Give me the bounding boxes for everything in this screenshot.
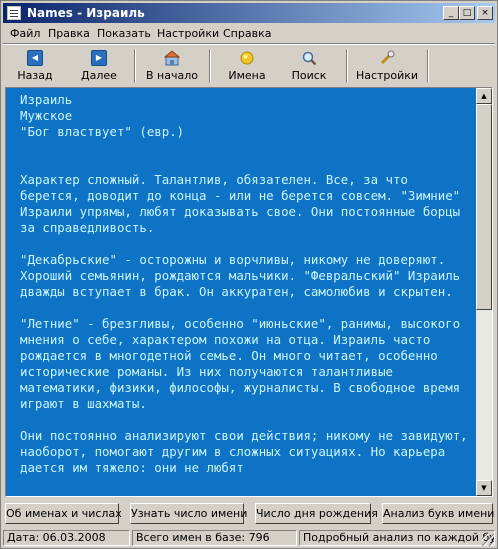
description-area[interactable]: Израиль Мужское "Бог властвует" (евр.) Х… [5,87,493,497]
vertical-scrollbar[interactable]: ▲ ▼ [476,88,492,496]
home-label: В начало [146,69,198,82]
window-title: Names - Израиль [27,6,145,20]
paragraph: Они постоянно анализируют свои действия;… [20,428,476,475]
about-names-button[interactable]: Об именах и числах [5,503,122,524]
toolbar: ◀ Назад ▶ Далее В начало Имена Поиск Нас… [3,45,495,85]
toolbar-separator [346,49,348,83]
names-label: Имена [228,69,266,82]
forward-label: Далее [81,69,117,82]
back-button[interactable]: ◀ Назад [9,47,61,85]
paragraph: "Летние" - брезгливы, особенно "июньские… [20,316,468,411]
settings-label: Настройки [355,69,419,82]
app-window: Names - Израиль _ □ × Файл Правка Показа… [0,0,498,549]
toolbar-separator [134,49,136,83]
home-icon [163,50,181,66]
search-button[interactable]: Поиск [283,47,335,85]
paragraph: "Декабрьские" - осторожны и ворчливы, ни… [20,252,468,299]
forward-button[interactable]: ▶ Далее [73,47,125,85]
app-icon [7,6,21,20]
menu-bar: Файл Правка Показать Настройки Справка [3,24,495,43]
birthday-number-button[interactable]: Число дня рождения [255,503,378,524]
names-icon [239,50,255,66]
search-icon [301,50,317,66]
menu-settings[interactable]: Настройки [157,27,219,40]
home-button[interactable]: В начало [141,47,203,85]
status-bar: Дата: 06.03.2008 Всего имен в базе: 796 … [3,528,495,547]
menu-edit[interactable]: Правка [48,27,90,40]
forward-arrow-icon: ▶ [91,50,107,66]
status-date: Дата: 06.03.2008 [3,530,130,546]
search-label: Поиск [291,69,327,82]
menu-help[interactable]: Справка [223,27,271,40]
scroll-down-button[interactable]: ▼ [476,480,492,496]
title-bar[interactable]: Names - Израиль _ □ × [3,3,495,23]
close-button[interactable]: × [477,6,493,20]
menu-file[interactable]: Файл [10,27,40,40]
maximize-button[interactable]: □ [459,6,475,20]
status-analysis: Подробный анализ по каждой букв [299,530,495,546]
toolbar-separator [209,49,211,83]
name-number-button[interactable]: Узнать число имени [130,503,247,524]
name-heading: Израиль [20,92,73,107]
names-button[interactable]: Имена [217,47,277,85]
scroll-thumb[interactable] [476,104,492,310]
settings-button[interactable]: Настройки [353,47,421,85]
letter-analysis-button[interactable]: Анализ букв имени [382,503,494,524]
paragraph: Характер сложный. Талантлив, обязателен.… [20,172,468,235]
action-buttons: Об именах и числах Узнать число имени Чи… [3,500,495,526]
scroll-up-button[interactable]: ▲ [476,88,492,104]
description-text[interactable]: Израиль Мужское "Бог властвует" (евр.) Х… [20,92,475,476]
resize-grip[interactable] [482,534,494,546]
status-total: Всего имен в базе: 796 [132,530,297,546]
settings-icon [379,50,395,66]
minimize-button[interactable]: _ [443,6,459,20]
toolbar-separator [427,49,429,83]
menu-view[interactable]: Показать [97,27,151,40]
gender-line: Мужское [20,108,73,123]
back-label: Назад [17,69,53,82]
back-arrow-icon: ◀ [27,50,43,66]
meaning-line: "Бог властвует" (евр.) [20,124,185,139]
